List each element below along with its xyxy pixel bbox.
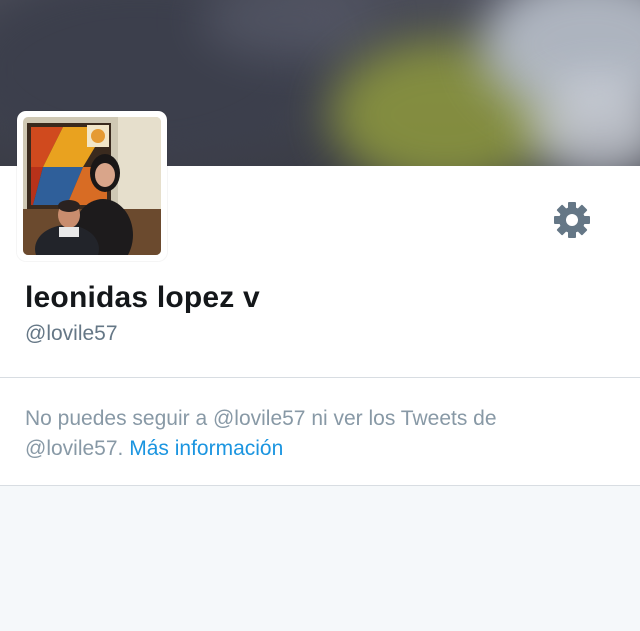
more-info-link[interactable]: Más información [129, 437, 283, 460]
profile-screen: leonidas lopez v @lovile57 No puedes seg… [0, 0, 640, 631]
avatar[interactable] [17, 111, 167, 261]
gear-icon[interactable] [553, 201, 591, 239]
profile-handle: @lovile57 [25, 322, 118, 345]
notice-line1: No puedes seguir a @lovile57 ni ver los … [25, 407, 497, 430]
empty-content-area [0, 486, 640, 631]
profile-display-name: leonidas lopez v [25, 281, 260, 314]
notice-line2: @lovile57. [25, 437, 124, 460]
protected-account-notice: No puedes seguir a @lovile57 ni ver los … [0, 378, 640, 485]
avatar-image [23, 117, 161, 255]
notice-text: No puedes seguir a @lovile57 ni ver los … [25, 404, 625, 464]
